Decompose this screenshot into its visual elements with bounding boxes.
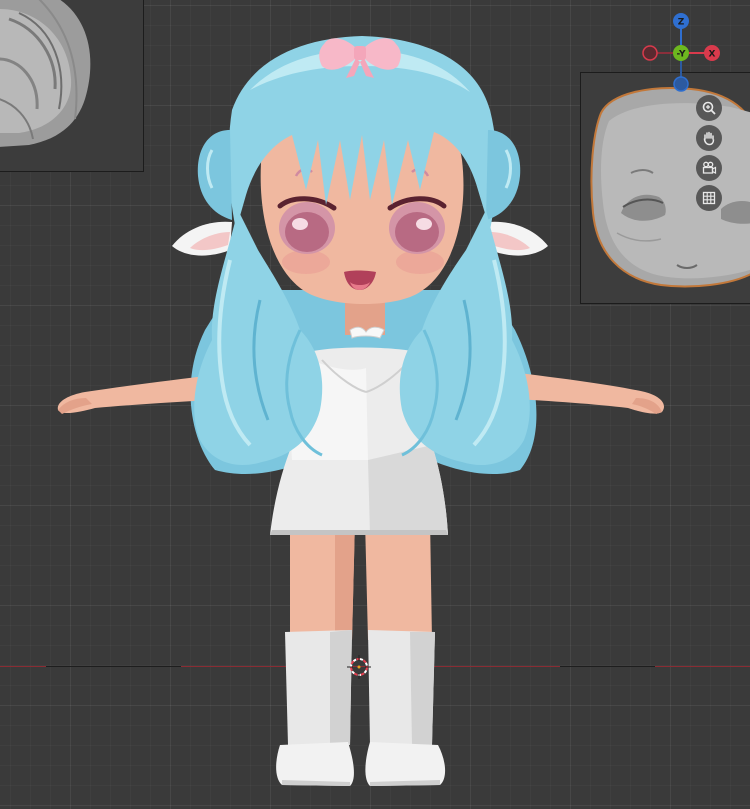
3d-viewport[interactable]: Z X -Y xyxy=(0,0,750,809)
character-model[interactable] xyxy=(0,0,750,809)
3d-cursor[interactable] xyxy=(347,655,371,679)
